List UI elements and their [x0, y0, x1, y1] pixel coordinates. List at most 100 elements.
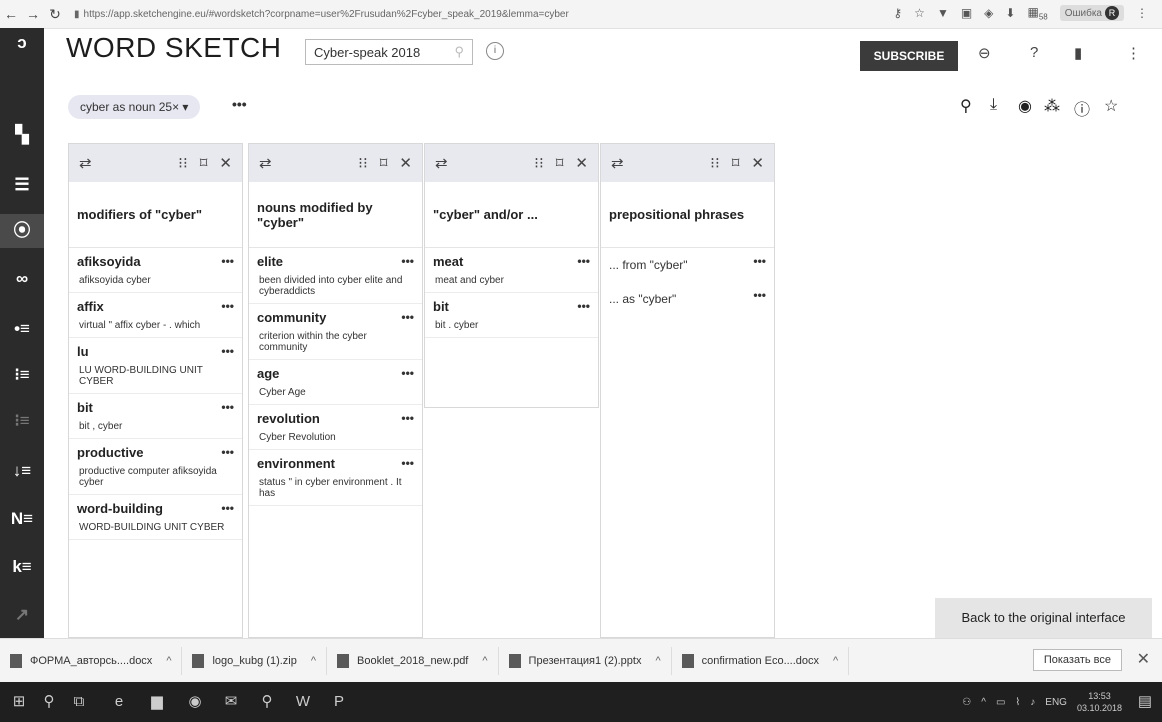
- wordlist-icon[interactable]: ↓≡: [0, 454, 44, 488]
- forward-arrow-icon[interactable]: →: [22, 6, 44, 22]
- chevron-up-icon[interactable]: ^: [981, 697, 986, 708]
- collocate-word[interactable]: revolution: [257, 411, 414, 426]
- collocate-entry[interactable]: affix ••• virtual " affix cyber - . which: [69, 293, 242, 338]
- swap-icon[interactable]: ⇄: [79, 154, 92, 172]
- back-arrow-icon[interactable]: ←: [0, 6, 22, 22]
- download-item[interactable]: confirmation Eco....docx ^: [672, 647, 850, 675]
- word-sketch-icon[interactable]: ⦿: [0, 214, 44, 248]
- expand-icon[interactable]: ⌑: [732, 154, 740, 172]
- pocket-icon[interactable]: ◈: [984, 6, 993, 20]
- people-icon[interactable]: ⚇: [962, 697, 971, 708]
- entry-menu-button[interactable]: •••: [401, 456, 414, 470]
- collocate-word[interactable]: afiksoyida: [77, 254, 234, 269]
- browser-menu-icon[interactable]: ⋮: [1136, 6, 1148, 20]
- download-item[interactable]: Booklet_2018_new.pdf ^: [327, 647, 499, 675]
- collocate-entry[interactable]: elite ••• been divided into cyber elite an…: [249, 248, 422, 304]
- collocate-entry[interactable]: lu ••• LU WORD-BUILDING UNIT CYBER: [69, 338, 242, 394]
- ngrams-icon[interactable]: N≡: [0, 502, 44, 536]
- search-icon[interactable]: ⚲: [40, 693, 58, 711]
- lemma-selector[interactable]: cyber as noun 25× ▾: [68, 95, 201, 119]
- prepositional-phrase-entry[interactable]: ... as "cyber" •••: [601, 282, 774, 316]
- download-item[interactable]: ФОРМА_авторсь....docx ^: [0, 647, 183, 675]
- entry-menu-button[interactable]: •••: [221, 501, 234, 515]
- corpus-info-icon[interactable]: i: [486, 42, 504, 60]
- collocate-entry[interactable]: revolution ••• Cyber Revolution: [249, 405, 422, 450]
- dots-grid-icon[interactable]: ⁝⁝: [710, 154, 720, 172]
- close-icon[interactable]: ✕: [575, 154, 588, 172]
- corpus-list-icon[interactable]: ☰: [0, 168, 44, 202]
- chrome-icon[interactable]: ◉: [186, 693, 204, 711]
- collocate-entry[interactable]: age ••• Cyber Age: [249, 360, 422, 405]
- key-icon[interactable]: ⚷: [893, 6, 902, 20]
- close-icon[interactable]: ✕: [399, 154, 412, 172]
- logo-icon[interactable]: ↄ: [0, 28, 44, 58]
- collocate-word[interactable]: bit: [433, 299, 590, 314]
- collocate-word[interactable]: word-building: [77, 501, 234, 516]
- search-icon[interactable]: ⚲: [454, 44, 464, 60]
- collocate-word[interactable]: lu: [77, 344, 234, 359]
- dots-grid-icon[interactable]: ⁝⁝: [178, 154, 188, 172]
- entry-menu-button[interactable]: •••: [221, 254, 234, 268]
- language-indicator[interactable]: ENG: [1045, 697, 1067, 708]
- entry-menu-button[interactable]: •••: [221, 344, 234, 358]
- back-to-original-button[interactable]: Back to the original interface: [935, 598, 1152, 638]
- phrase-text[interactable]: ... from "cyber": [609, 258, 688, 272]
- filter-extension-icon[interactable]: ▼: [937, 6, 949, 20]
- collocate-entry[interactable]: environment ••• status " in cyber environm…: [249, 450, 422, 506]
- swap-icon[interactable]: ⇄: [611, 154, 624, 172]
- trends-icon[interactable]: ↗: [0, 598, 44, 632]
- collocate-entry[interactable]: community ••• criterion within the cyber c…: [249, 304, 422, 360]
- battery-icon[interactable]: ▭: [996, 697, 1005, 708]
- mail-icon[interactable]: ✉: [222, 693, 240, 711]
- collocate-word[interactable]: elite: [257, 254, 414, 269]
- expand-icon[interactable]: ⌑: [200, 154, 208, 172]
- collocate-entry[interactable]: word-building ••• WORD-BUILDING UNIT CYBER: [69, 495, 242, 540]
- collocate-entry[interactable]: bit ••• bit , cyber: [69, 394, 242, 439]
- entry-menu-button[interactable]: •••: [401, 411, 414, 425]
- edge-browser-icon[interactable]: e: [110, 693, 128, 711]
- visualize-icon[interactable]: ⁂: [1044, 96, 1060, 116]
- collocate-word[interactable]: community: [257, 310, 414, 325]
- chevron-up-icon[interactable]: ^: [833, 655, 838, 667]
- expand-icon[interactable]: ⌑: [556, 154, 564, 172]
- download-extension-icon[interactable]: ⬇: [1005, 6, 1015, 20]
- network-icon[interactable]: ⌇: [1015, 697, 1020, 708]
- windows-start-icon[interactable]: ⊞: [10, 693, 28, 711]
- entry-menu-button[interactable]: •••: [401, 254, 414, 268]
- feedback-icon[interactable]: ▮: [1074, 44, 1082, 62]
- collocate-word[interactable]: age: [257, 366, 414, 381]
- entry-menu-button[interactable]: •••: [221, 445, 234, 459]
- reload-icon[interactable]: ↻: [44, 6, 66, 23]
- entry-menu-button[interactable]: •••: [401, 366, 414, 380]
- close-icon[interactable]: ✕: [1137, 649, 1150, 669]
- entry-menu-button[interactable]: •••: [577, 299, 590, 313]
- thesaurus-icon[interactable]: •≡: [0, 312, 44, 346]
- dashboard-icon[interactable]: ▚: [0, 118, 44, 152]
- concordance-icon[interactable]: ⁝≡: [0, 358, 44, 392]
- dots-grid-icon[interactable]: ⁝⁝: [358, 154, 368, 172]
- file-explorer-icon[interactable]: ▆: [148, 693, 166, 711]
- volume-icon[interactable]: ♪: [1030, 697, 1035, 708]
- swap-icon[interactable]: ⇄: [435, 154, 448, 172]
- favorite-star-icon[interactable]: ☆: [1104, 96, 1118, 116]
- extension-icon[interactable]: ▣: [961, 6, 972, 20]
- entry-menu-button[interactable]: •••: [577, 254, 590, 268]
- profile-button[interactable]: Ошибка R: [1059, 5, 1124, 22]
- entry-menu-button[interactable]: •••: [753, 288, 766, 302]
- help-icon[interactable]: ?: [1030, 44, 1038, 61]
- prepositional-phrase-entry[interactable]: ... from "cyber" •••: [601, 248, 774, 282]
- collocate-word[interactable]: affix: [77, 299, 234, 314]
- entry-menu-button[interactable]: •••: [221, 400, 234, 414]
- task-view-icon[interactable]: ⧉: [70, 693, 88, 711]
- dots-grid-icon[interactable]: ⁝⁝: [534, 154, 544, 172]
- expand-icon[interactable]: ⌑: [380, 154, 388, 172]
- notifications-icon[interactable]: ▤: [1138, 692, 1152, 710]
- collocate-word[interactable]: environment: [257, 456, 414, 471]
- more-options-button[interactable]: •••: [232, 96, 247, 112]
- chevron-up-icon[interactable]: ^: [655, 655, 660, 667]
- powerpoint-app-icon[interactable]: P: [330, 693, 348, 711]
- collocate-word[interactable]: productive: [77, 445, 234, 460]
- collocate-word[interactable]: bit: [77, 400, 234, 415]
- entry-menu-button[interactable]: •••: [401, 310, 414, 324]
- sketch-diff-icon[interactable]: ∞: [0, 262, 44, 296]
